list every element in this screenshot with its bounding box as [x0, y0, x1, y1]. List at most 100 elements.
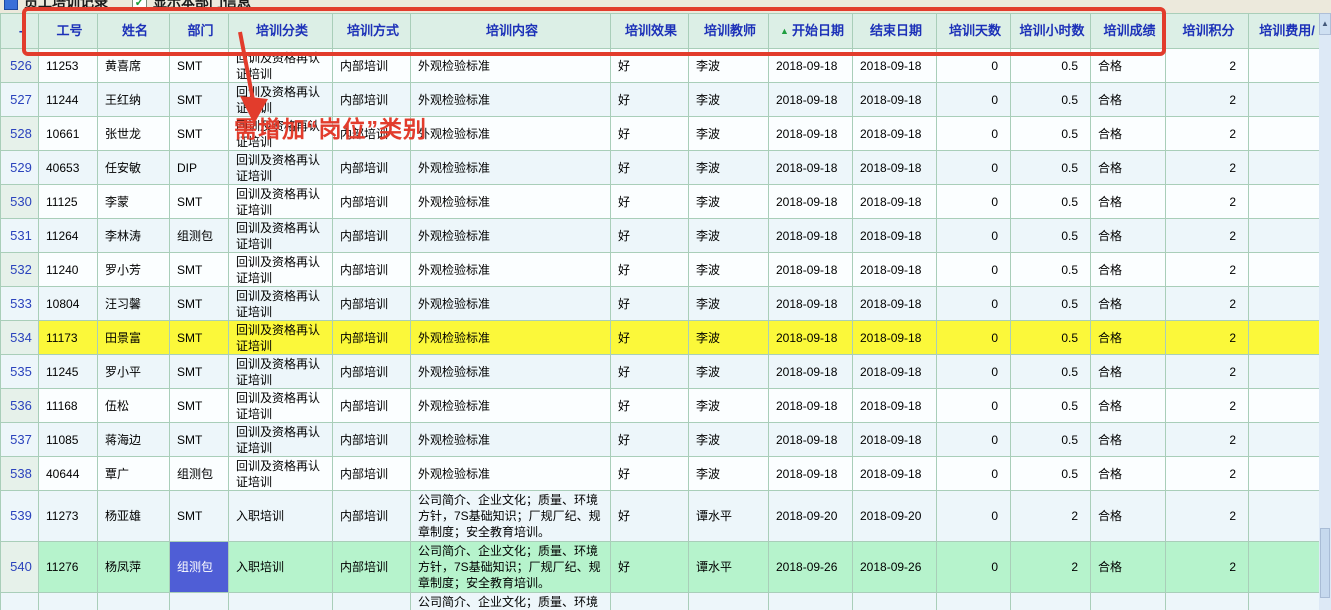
- cell-name[interactable]: 罗小芳: [98, 253, 170, 287]
- cell-method[interactable]: 内部培训: [333, 253, 411, 287]
- cell-effect[interactable]: 好: [611, 117, 689, 151]
- cell-emp-id[interactable]: 11245: [39, 355, 98, 389]
- cell-score[interactable]: 合格: [1091, 83, 1166, 117]
- cell-effect[interactable]: 好: [611, 83, 689, 117]
- cell-hours[interactable]: 0.5: [1011, 219, 1091, 253]
- cell-cost[interactable]: [1249, 389, 1320, 423]
- cell-cost[interactable]: [1249, 49, 1320, 83]
- cell-cost[interactable]: [1249, 83, 1320, 117]
- cell-points[interactable]: 2: [1166, 321, 1249, 355]
- cell-score[interactable]: 合格: [1091, 457, 1166, 491]
- cell-teacher[interactable]: 李波: [689, 457, 769, 491]
- cell-dept[interactable]: SMT: [170, 355, 229, 389]
- cell-effect[interactable]: 好: [611, 185, 689, 219]
- cell-method[interactable]: 内部培训: [333, 321, 411, 355]
- cell-effect[interactable]: 好: [611, 593, 689, 610]
- cell-start-date[interactable]: 2018-09-18: [769, 151, 853, 185]
- cell-emp-id[interactable]: 10661: [39, 117, 98, 151]
- scroll-up-button[interactable]: ▲: [1319, 13, 1331, 35]
- cell-points[interactable]: 2: [1166, 423, 1249, 457]
- cell-days[interactable]: 0: [937, 117, 1011, 151]
- cell-hours[interactable]: 2: [1011, 542, 1091, 593]
- cell-cost[interactable]: [1249, 593, 1320, 610]
- cell-days[interactable]: 0: [937, 491, 1011, 542]
- cell-hours[interactable]: 0.5: [1011, 355, 1091, 389]
- column-header-teacher[interactable]: 培训教师: [689, 14, 769, 49]
- cell-end-date[interactable]: 2018-09-18: [853, 219, 937, 253]
- cell-effect[interactable]: 好: [611, 49, 689, 83]
- show-department-checkbox[interactable]: ✓: [132, 0, 147, 10]
- cell-method[interactable]: 内部培训: [333, 457, 411, 491]
- cell-start-date[interactable]: 2018-09-18: [769, 457, 853, 491]
- cell-start-date[interactable]: 2018-09-18: [769, 423, 853, 457]
- cell-hours[interactable]: 0.5: [1011, 287, 1091, 321]
- cell-dept[interactable]: SMT: [170, 49, 229, 83]
- cell-start-date[interactable]: 2018-09-18: [769, 117, 853, 151]
- cell-category[interactable]: 回训及资格再认证培训: [229, 185, 333, 219]
- cell-emp-id[interactable]: 11085: [39, 423, 98, 457]
- cell-end-date[interactable]: 2018-09-18: [853, 49, 937, 83]
- row-number-cell[interactable]: 539: [1, 491, 39, 542]
- cell-end-date[interactable]: 2018-09-18: [853, 457, 937, 491]
- cell-method[interactable]: 内部培训: [333, 49, 411, 83]
- cell-effect[interactable]: 好: [611, 491, 689, 542]
- cell-name[interactable]: 任安敏: [98, 151, 170, 185]
- cell-points[interactable]: 2: [1166, 253, 1249, 287]
- cell-dept[interactable]: 组测包: [170, 542, 229, 593]
- cell-hours[interactable]: 0.5: [1011, 423, 1091, 457]
- cell-start-date[interactable]: 2018-09-26: [769, 593, 853, 610]
- column-header-emp-id[interactable]: 工号: [39, 14, 98, 49]
- cell-name[interactable]: 杨亚雄: [98, 491, 170, 542]
- cell-name[interactable]: 汪习馨: [98, 287, 170, 321]
- cell-dept[interactable]: SMT: [170, 253, 229, 287]
- cell-name[interactable]: 覃广: [98, 457, 170, 491]
- cell-hours[interactable]: 0.5: [1011, 389, 1091, 423]
- cell-category[interactable]: 回训及资格再认证培训: [229, 49, 333, 83]
- cell-cost[interactable]: [1249, 355, 1320, 389]
- cell-points[interactable]: 2: [1166, 491, 1249, 542]
- cell-content[interactable]: 外观检验标准: [411, 219, 611, 253]
- cell-name[interactable]: 李林涛: [98, 219, 170, 253]
- cell-start-date[interactable]: 2018-09-18: [769, 355, 853, 389]
- cell-end-date[interactable]: 2018-09-18: [853, 287, 937, 321]
- cell-end-date[interactable]: 2018-09-18: [853, 423, 937, 457]
- cell-content[interactable]: 外观检验标准: [411, 321, 611, 355]
- cell-category[interactable]: 回训及资格再认证培训: [229, 423, 333, 457]
- cell-teacher[interactable]: 李波: [689, 389, 769, 423]
- cell-teacher[interactable]: 李波: [689, 321, 769, 355]
- cell-category[interactable]: 入职培训: [229, 491, 333, 542]
- cell-days[interactable]: 0: [937, 83, 1011, 117]
- cell-cost[interactable]: [1249, 151, 1320, 185]
- row-number-cell[interactable]: 537: [1, 423, 39, 457]
- cell-category[interactable]: 回训及资格再认证培训: [229, 219, 333, 253]
- cell-end-date[interactable]: 2018-09-18: [853, 355, 937, 389]
- cell-method[interactable]: 内部培训: [333, 423, 411, 457]
- cell-teacher[interactable]: 李波: [689, 287, 769, 321]
- cell-dept[interactable]: 财务部: [170, 593, 229, 610]
- cell-hours[interactable]: 0.5: [1011, 253, 1091, 287]
- cell-days[interactable]: 0: [937, 219, 1011, 253]
- cell-emp-id[interactable]: 11173: [39, 321, 98, 355]
- column-header-end-date[interactable]: 结束日期: [853, 14, 937, 49]
- cell-cost[interactable]: [1249, 321, 1320, 355]
- cell-effect[interactable]: 好: [611, 457, 689, 491]
- cell-content[interactable]: 外观检验标准: [411, 389, 611, 423]
- cell-score[interactable]: 合格: [1091, 389, 1166, 423]
- cell-end-date[interactable]: 2018-09-18: [853, 389, 937, 423]
- cell-score[interactable]: 合格: [1091, 355, 1166, 389]
- cell-cost[interactable]: [1249, 491, 1320, 542]
- column-header-name[interactable]: 姓名: [98, 14, 170, 49]
- cell-end-date[interactable]: 2018-09-18: [853, 151, 937, 185]
- cell-score[interactable]: 合格: [1091, 253, 1166, 287]
- cell-category[interactable]: 入职培训: [229, 593, 333, 610]
- cell-days[interactable]: 0: [937, 542, 1011, 593]
- cell-hours[interactable]: 0.5: [1011, 321, 1091, 355]
- row-number-cell[interactable]: 531: [1, 219, 39, 253]
- cell-teacher[interactable]: 李波: [689, 49, 769, 83]
- cell-effect[interactable]: 好: [611, 219, 689, 253]
- cell-hours[interactable]: 0.5: [1011, 49, 1091, 83]
- cell-days[interactable]: 0: [937, 389, 1011, 423]
- cell-end-date[interactable]: 2018-09-18: [853, 321, 937, 355]
- cell-teacher[interactable]: 李波: [689, 355, 769, 389]
- cell-name[interactable]: 田景富: [98, 321, 170, 355]
